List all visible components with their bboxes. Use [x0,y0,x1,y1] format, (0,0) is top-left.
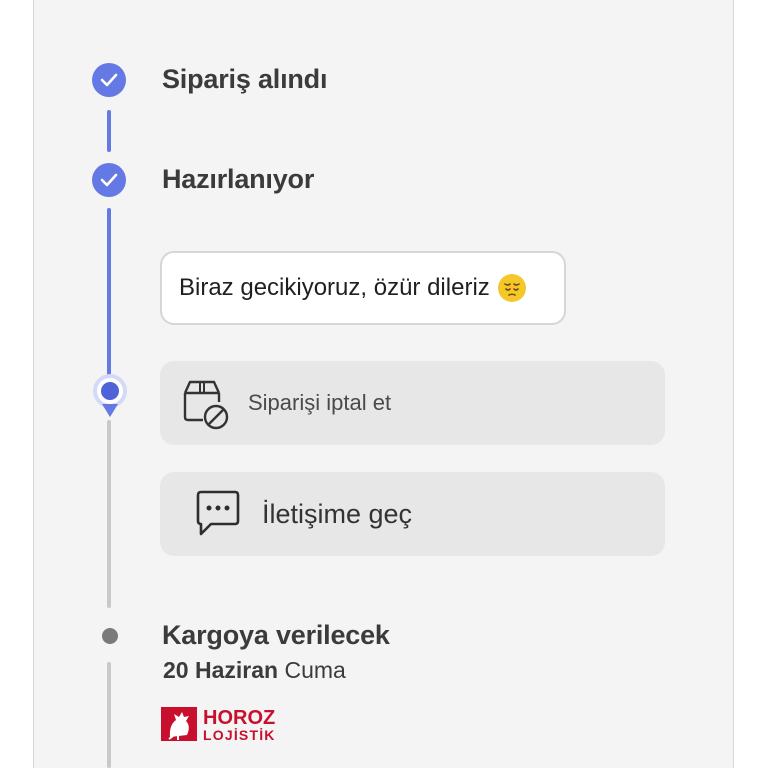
carrier-name-line1: HOROZ [203,707,275,729]
timeline-line-completed-2 [107,208,111,380]
delivery-date-day: 20 Haziran [163,657,279,683]
check-icon [100,173,118,187]
step-title-preparing: Hazırlanıyor [162,164,315,194]
step-title-to-cargo: Kargoya verilecek [162,620,390,650]
delay-message-bubble: Biraz gecikiyoruz, özür dileriz [160,251,566,325]
carrier-logo: HOROZ LOJİSTİK [161,707,276,743]
delay-message-text: Biraz gecikiyoruz, özür dileriz [179,274,490,301]
timeline-line-pending-1 [107,420,111,608]
contact-button[interactable]: İletişime geç [160,472,665,556]
dot-icon [102,628,118,644]
chat-bubble-icon [196,490,240,536]
contact-label: İletişime geç [262,498,413,529]
cancel-order-button[interactable]: Siparişi iptal et [160,361,665,445]
check-icon [100,73,118,87]
step-completed-indicator [92,163,126,197]
cancel-order-label: Siparişi iptal et [248,390,392,415]
step-completed-indicator [92,63,126,97]
delivery-weekday: Cuma [284,657,346,683]
current-location-icon [93,374,127,417]
step-title-order-received: Sipariş alındı [162,64,328,94]
carrier-name-line2: LOJİSTİK [203,727,276,743]
pensive-face-emoji [497,274,526,302]
timeline-line-pending-2 [107,662,111,768]
timeline-line-completed-1 [107,110,111,152]
cancel-package-icon [183,380,229,430]
delivery-date: 20 Haziran Cuma [163,657,346,684]
